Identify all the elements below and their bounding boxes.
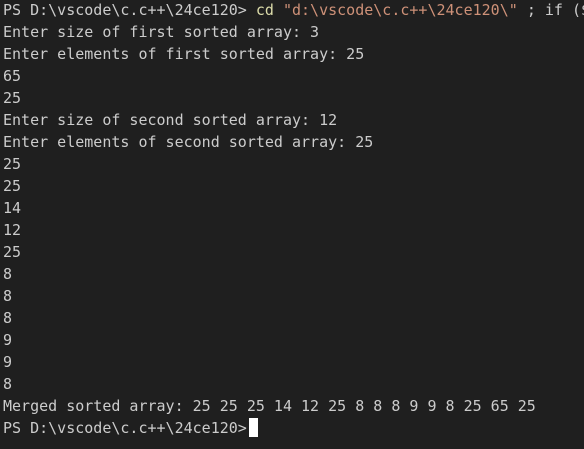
output-line: Enter size of second sorted array: 12 — [3, 111, 338, 129]
output-line: 8 — [3, 375, 13, 393]
output-line: 25 — [3, 155, 22, 173]
output-line: 25 — [3, 243, 22, 261]
text-cursor — [248, 418, 258, 437]
output-line: 8 — [3, 309, 13, 327]
command-rest: ; if ($ — [526, 1, 584, 19]
merged-output-line: Merged sorted array: 25 25 25 14 12 25 8… — [3, 397, 536, 415]
output-line: Enter elements of second sorted array: 2… — [3, 133, 374, 151]
output-line: 25 — [3, 89, 22, 107]
command-line: PS D:\vscode\c.c++\24ce120> cd "d:\vscod… — [3, 0, 584, 21]
output-line: 8 — [3, 265, 13, 283]
output-line: 8 — [3, 287, 13, 305]
command-keyword: cd — [255, 1, 274, 19]
output-line: Enter elements of first sorted array: 25 — [3, 45, 365, 63]
output-line: 12 — [3, 221, 22, 239]
output-line: 14 — [3, 199, 22, 217]
output-line: Enter size of first sorted array: 3 — [3, 23, 320, 41]
output-line: 25 — [3, 177, 22, 195]
final-prompt-line[interactable]: PS D:\vscode\c.c++\24ce120> — [3, 417, 584, 439]
output-line: 65 — [3, 67, 22, 85]
output-line: 9 — [3, 353, 13, 371]
prompt-text: PS D:\vscode\c.c++\24ce120> — [3, 1, 247, 19]
output-line: 9 — [3, 331, 13, 349]
prompt-text: PS D:\vscode\c.c++\24ce120> — [3, 419, 247, 437]
terminal-panel[interactable]: PS D:\vscode\c.c++\24ce120> cd "d:\vscod… — [0, 0, 584, 449]
command-path: "d:\vscode\c.c++\24ce120\" — [282, 1, 518, 19]
